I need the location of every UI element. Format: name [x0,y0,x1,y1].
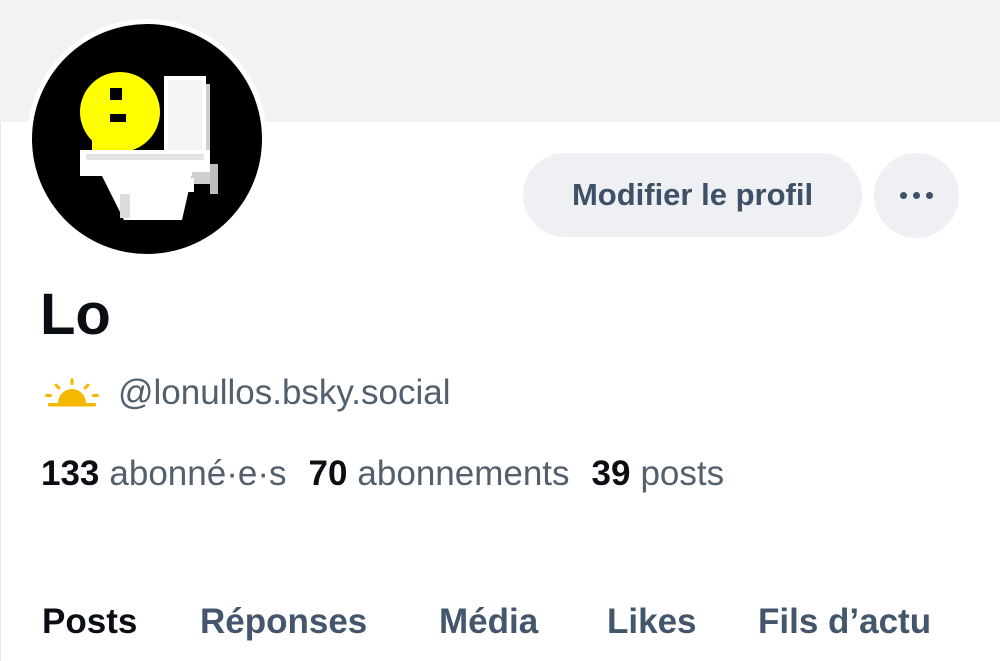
posts-count: 39 [591,454,631,493]
ellipsis-icon [900,192,907,199]
tab-posts[interactable]: Posts [42,592,137,652]
face-toilet-icon [80,72,218,220]
tab-replies[interactable]: Réponses [200,592,367,652]
tab-media[interactable]: Média [439,592,538,652]
divider [0,122,1,661]
following-label[interactable]: abonnements [357,454,569,494]
posts-label: posts [640,454,725,493]
following-count[interactable]: 70 [308,454,347,494]
profile-stats: 133 abonné·e·s 70 abonnements 39 posts [41,452,746,496]
followers-label[interactable]: abonné·e·s [109,454,286,494]
handle-row: @lonullos.bsky.social [44,370,451,416]
more-options-button[interactable] [874,153,959,238]
followers-count[interactable]: 133 [41,454,99,494]
profile-tabs: Posts Réponses Média Likes Fils d’actu [0,592,1000,652]
ellipsis-icon [913,192,920,199]
avatar-image [32,24,262,254]
user-handle[interactable]: @lonullos.bsky.social [118,373,451,413]
sunrise-icon [45,378,99,407]
tab-feeds[interactable]: Fils d’actu [758,592,931,652]
tab-likes[interactable]: Likes [607,592,697,652]
edit-profile-button[interactable]: Modifier le profil [523,153,862,237]
ellipsis-icon [926,192,933,199]
avatar[interactable] [27,19,267,259]
display-name: Lo [40,282,111,347]
